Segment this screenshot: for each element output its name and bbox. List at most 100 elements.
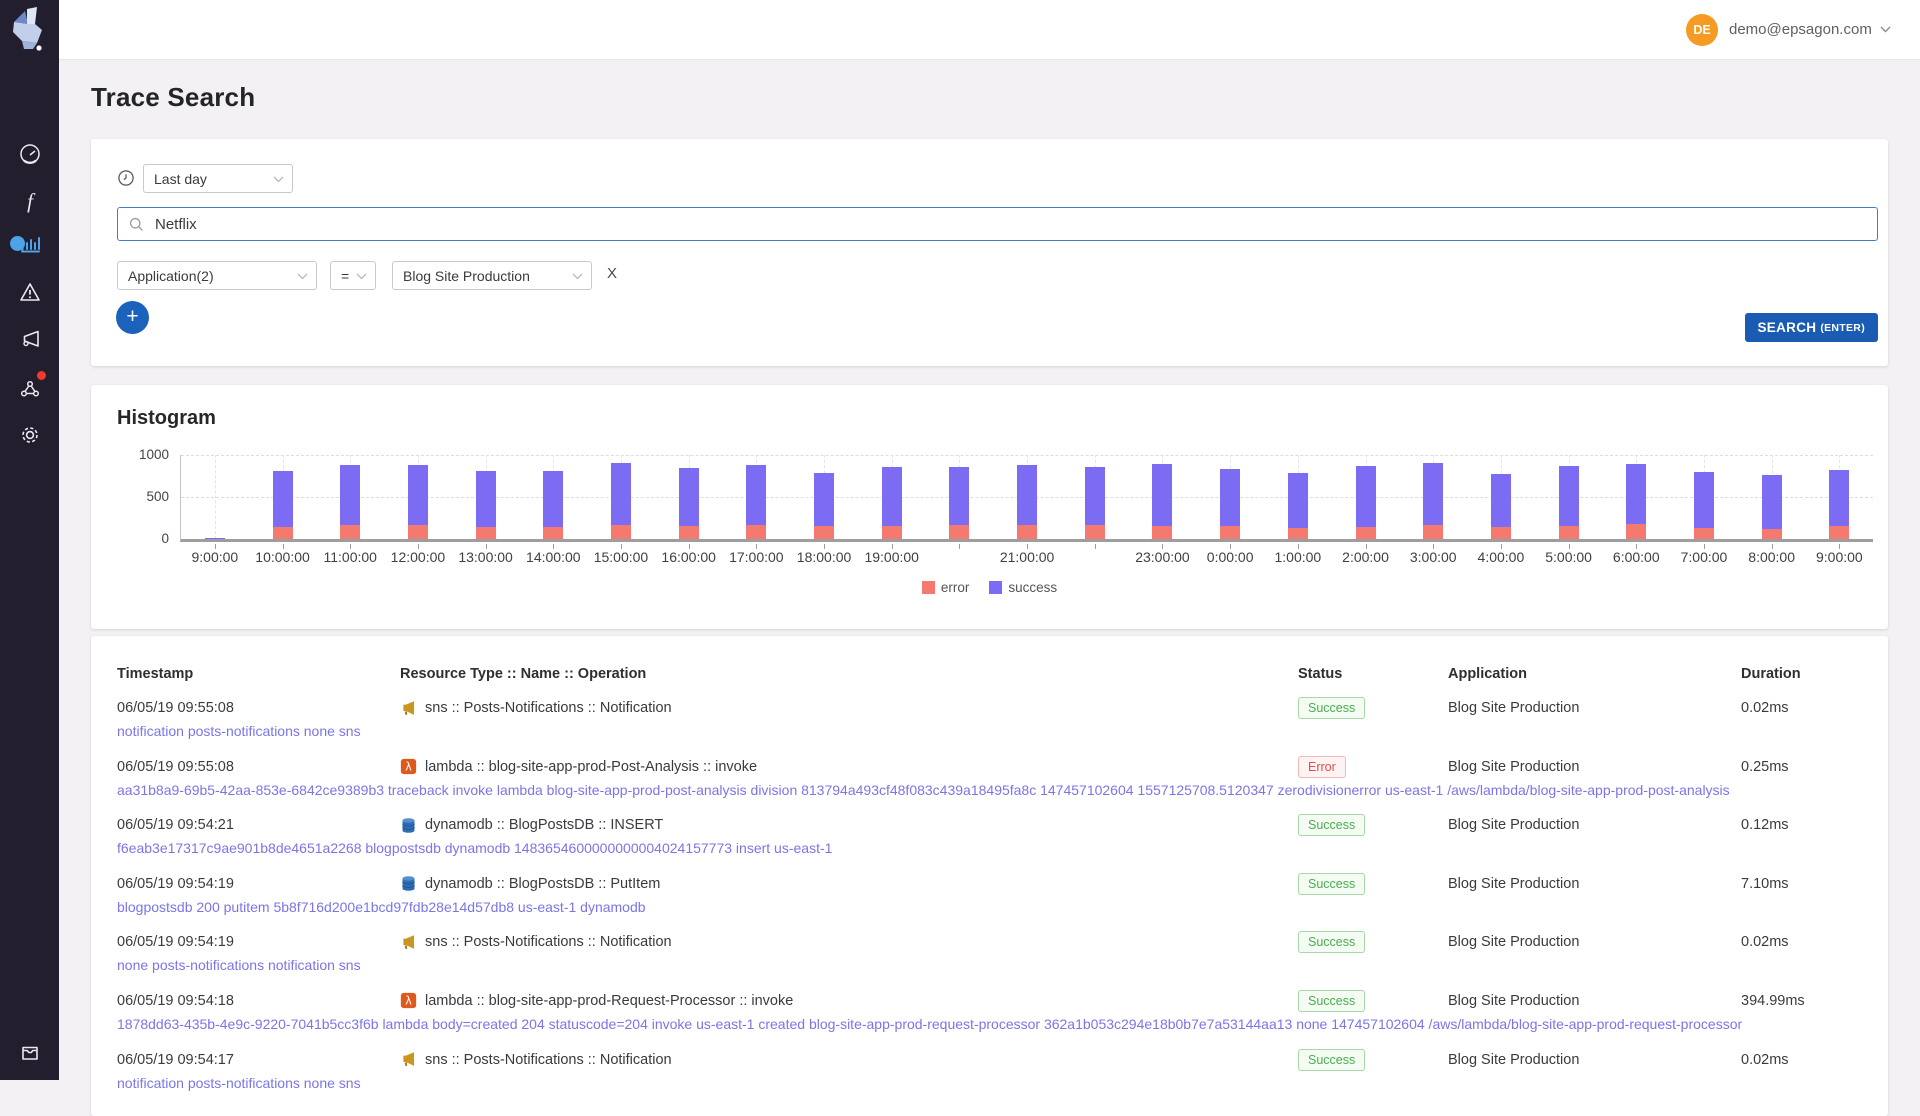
histogram-slot: 2:00:00 bbox=[1332, 455, 1400, 539]
x-axis-tick: 13:00:00 bbox=[458, 549, 513, 565]
histogram-slot: 0:00:00 bbox=[1196, 455, 1264, 539]
sns-icon bbox=[400, 1051, 417, 1068]
histogram-bar bbox=[1017, 465, 1037, 539]
trace-tags-link[interactable]: 1878dd63-435b-4e9c-9220-7041b5cc3f6b lam… bbox=[117, 1016, 1862, 1032]
x-axis-tick: 9:00:00 bbox=[191, 549, 238, 565]
histogram-bar bbox=[476, 471, 496, 539]
legend-item-error[interactable]: error bbox=[922, 580, 970, 595]
table-row[interactable]: 06/05/19 09:54:19dynamodb :: BlogPostsDB… bbox=[117, 868, 1862, 927]
row-duration: 0.02ms bbox=[1741, 700, 1862, 716]
svg-text:f: f bbox=[27, 189, 36, 213]
trace-tags-link[interactable]: notification posts-notifications none sn… bbox=[117, 723, 1862, 739]
row-resource: sns :: Posts-Notifications :: Notificati… bbox=[425, 934, 672, 950]
architecture-graph-icon[interactable] bbox=[18, 376, 42, 400]
clock-icon bbox=[116, 168, 136, 188]
row-resource: dynamodb :: BlogPostsDB :: PutItem bbox=[425, 876, 660, 892]
status-badge: Success bbox=[1298, 697, 1365, 719]
histogram-slot: 17:00:00 bbox=[723, 455, 791, 539]
histogram-bar bbox=[1762, 475, 1782, 539]
dashboard-gauge-icon[interactable] bbox=[18, 142, 42, 166]
trace-search-chart-icon[interactable] bbox=[18, 231, 42, 255]
filter-value-select[interactable]: Blog Site Production bbox=[392, 261, 592, 290]
time-range-select[interactable]: Last day bbox=[143, 164, 293, 193]
histogram-slot: 19:00:00 bbox=[858, 455, 926, 539]
add-filter-button[interactable]: + bbox=[116, 301, 149, 334]
histogram-slot: 18:00:00 bbox=[790, 455, 858, 539]
histogram-slot bbox=[926, 455, 994, 539]
x-axis-tick: 19:00:00 bbox=[864, 549, 919, 565]
x-axis-tick: 16:00:00 bbox=[661, 549, 716, 565]
histogram-bar bbox=[1491, 474, 1511, 540]
table-row[interactable]: 06/05/19 09:54:18λlambda :: blog-site-ap… bbox=[117, 985, 1862, 1044]
col-status: Status bbox=[1298, 666, 1448, 682]
x-axis-tick: 17:00:00 bbox=[729, 549, 784, 565]
histogram-bar bbox=[746, 465, 766, 539]
row-timestamp: 06/05/19 09:54:21 bbox=[117, 817, 400, 833]
inbox-icon[interactable] bbox=[18, 1041, 42, 1065]
x-axis-tick: 14:00:00 bbox=[526, 549, 581, 565]
row-resource: dynamodb :: BlogPostsDB :: INSERT bbox=[425, 817, 663, 833]
search-button-label: SEARCH bbox=[1758, 320, 1817, 335]
table-row[interactable]: 06/05/19 09:54:21 dynamodb :: BlogPostsDB… bbox=[117, 809, 1862, 868]
row-application: Blog Site Production bbox=[1448, 1052, 1741, 1068]
trace-tags-link[interactable]: blogpostsdb 200 putitem 5b8f716d200e1bcd… bbox=[117, 899, 1862, 915]
histogram-bar bbox=[882, 467, 902, 539]
page-title: Trace Search bbox=[91, 82, 255, 113]
status-badge: Success bbox=[1298, 931, 1365, 953]
x-axis-tick: 4:00:00 bbox=[1478, 549, 1525, 565]
histogram-bar bbox=[611, 463, 631, 539]
histogram-slot: 16:00:00 bbox=[655, 455, 723, 539]
filter-field-select[interactable]: Application(2) bbox=[117, 261, 317, 290]
x-axis-tick: 0:00:00 bbox=[1207, 549, 1254, 565]
notification-badge bbox=[37, 371, 46, 380]
status-badge: Success bbox=[1298, 990, 1365, 1012]
settings-gear-icon[interactable] bbox=[18, 423, 42, 447]
filter-operator-select[interactable]: = bbox=[330, 261, 376, 290]
trace-tags-link[interactable]: none posts-notifications notification sn… bbox=[117, 957, 1862, 973]
row-application: Blog Site Production bbox=[1448, 817, 1741, 833]
functions-icon[interactable]: f bbox=[18, 189, 42, 213]
histogram-title: Histogram bbox=[117, 407, 216, 430]
histogram-bar bbox=[543, 471, 563, 539]
sidebar: f bbox=[0, 0, 59, 1080]
histogram-bar bbox=[679, 468, 699, 539]
issues-warning-icon[interactable] bbox=[18, 280, 42, 304]
user-menu[interactable]: demo@epsagon.com bbox=[1729, 0, 1891, 59]
sns-icon bbox=[400, 700, 417, 717]
avatar[interactable]: DE bbox=[1686, 14, 1718, 46]
table-row[interactable]: 06/05/19 09:54:17sns :: Posts-Notificati… bbox=[117, 1044, 1862, 1103]
histogram-bar bbox=[205, 538, 225, 539]
search-button[interactable]: SEARCH (ENTER) bbox=[1745, 313, 1879, 342]
table-row[interactable]: 06/05/19 09:54:19sns :: Posts-Notificati… bbox=[117, 926, 1862, 985]
row-application: Blog Site Production bbox=[1448, 934, 1741, 950]
filter-value-text: Blog Site Production bbox=[403, 268, 530, 284]
trace-tags-link[interactable]: notification posts-notifications none sn… bbox=[117, 1075, 1862, 1091]
remove-filter-button[interactable]: X bbox=[607, 265, 617, 282]
table-header: Timestamp Resource Type :: Name :: Opera… bbox=[117, 666, 1862, 682]
alerts-megaphone-icon[interactable] bbox=[18, 327, 42, 351]
table-row[interactable]: 06/05/19 09:55:08λlambda :: blog-site-ap… bbox=[117, 751, 1862, 810]
histogram-slot: 12:00:00 bbox=[384, 455, 452, 539]
filter-field-value: Application(2) bbox=[128, 268, 214, 284]
table-row[interactable]: 06/05/19 09:55:08sns :: Posts-Notificati… bbox=[117, 692, 1862, 751]
row-resource: lambda :: blog-site-app-prod-Post-Analys… bbox=[425, 759, 757, 775]
histogram-plot: 9:00:0010:00:0011:00:0012:00:0013:00:001… bbox=[180, 455, 1873, 542]
search-input[interactable] bbox=[153, 215, 1867, 234]
chevron-down-icon bbox=[273, 176, 284, 183]
histogram-bar bbox=[1356, 466, 1376, 539]
legend-item-success[interactable]: success bbox=[989, 580, 1057, 595]
histogram-bar bbox=[949, 467, 969, 539]
dynamodb-icon bbox=[400, 875, 417, 892]
histogram-slot: 14:00:00 bbox=[519, 455, 587, 539]
x-axis-tick: 18:00:00 bbox=[797, 549, 852, 565]
trace-tags-link[interactable]: aa31b8a9-69b5-42aa-853e-6842ce9389b3 tra… bbox=[117, 782, 1862, 798]
y-axis-tick: 1000 bbox=[119, 447, 169, 462]
trace-tags-link[interactable]: f6eab3e17317c9ae901b8de4651a2268 blogpos… bbox=[117, 840, 1862, 856]
active-indicator bbox=[10, 236, 25, 251]
epsagon-logo[interactable] bbox=[10, 6, 50, 52]
status-badge: Error bbox=[1298, 756, 1346, 778]
row-application: Blog Site Production bbox=[1448, 993, 1741, 1009]
topbar: DE demo@epsagon.com bbox=[59, 0, 1920, 60]
histogram-slot: 21:00:00 bbox=[993, 455, 1061, 539]
histogram-slot: 7:00:00 bbox=[1670, 455, 1738, 539]
